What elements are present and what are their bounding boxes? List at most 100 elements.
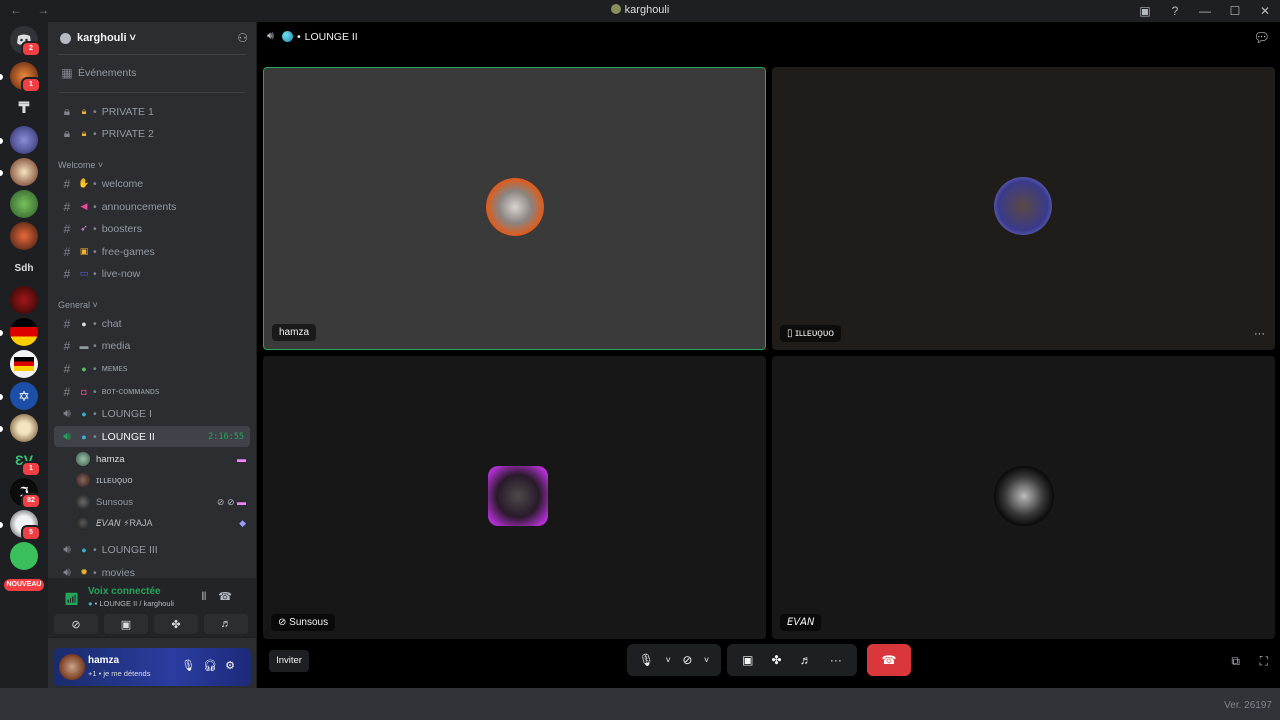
server-icon[interactable]: ℑ 82: [10, 478, 41, 509]
channel-welcome[interactable]: # ✋ • welcome: [54, 173, 250, 194]
server-header[interactable]: karghouli ˅ ⚇: [48, 22, 256, 54]
camera-off-button[interactable]: ⊘: [54, 614, 98, 634]
unread-pip: [0, 74, 3, 80]
screen-share-icon[interactable]: ▣: [742, 653, 753, 667]
invite-people-icon[interactable]: ⚇: [237, 31, 248, 45]
fullscreen-icon[interactable]: ⛶: [1260, 654, 1268, 669]
sparkle-icon: ✹: [80, 567, 88, 577]
globe-icon: ●: [81, 431, 87, 442]
more-icon[interactable]: ···: [830, 653, 842, 667]
server-icon[interactable]: [10, 350, 38, 378]
channel-bot-commands[interactable]: # ◘ • ʙᴏᴛ-ᴄᴏᴍᴍᴀɴᴅꜱ: [54, 381, 250, 402]
discord-home-icon[interactable]: 2: [10, 26, 41, 57]
channel-free-games[interactable]: # ▣ • free-games: [54, 241, 250, 262]
lock-icon: 🔒︎: [63, 104, 71, 118]
game-icon: ▬: [237, 454, 246, 464]
server-icon[interactable]: 1: [10, 62, 41, 93]
channel-memes[interactable]: # ● • ᴍᴇᴍᴇꜱ: [54, 358, 250, 379]
separator: •: [93, 430, 97, 443]
channel-announcements[interactable]: # ◀ • announcements: [54, 196, 250, 217]
voice-member[interactable]: Sunsous ⊘ ⊘ ▬: [76, 492, 250, 512]
participant-name: ⊘ Sunsous: [271, 614, 336, 631]
soundboard-icon[interactable]: ♬: [800, 653, 812, 667]
noise-suppression-icon[interactable]: ⦀: [201, 591, 218, 603]
invite-button[interactable]: Inviter: [269, 650, 309, 672]
channel-lounge-2[interactable]: 🔊︎ ● • LOUNGE II 2:16:55: [54, 426, 250, 447]
unread-pip: [0, 138, 3, 144]
server-icon[interactable]: [10, 190, 38, 218]
server-icon[interactable]: ₸: [10, 94, 38, 122]
microphone-icon[interactable]: 🎙︎: [181, 660, 203, 672]
new-badge: NOUVEAU: [4, 579, 44, 591]
globe-icon: [281, 31, 293, 42]
server-icon[interactable]: ✡: [10, 382, 38, 410]
popout-icon[interactable]: ⧉: [1231, 654, 1240, 669]
channel-live-now[interactable]: # ▭ • live-now: [54, 263, 250, 284]
events-label: Événements: [78, 66, 137, 79]
chat-icon[interactable]: 💬︎: [1253, 30, 1270, 46]
category-general[interactable]: General ˅: [58, 300, 98, 310]
voice-member[interactable]: 𝘌𝘝𝘈𝘕 ⚡RAJA ◆: [76, 513, 250, 533]
server-icon[interactable]: [10, 222, 38, 250]
tv-icon: ▭: [79, 268, 89, 278]
channel-lounge-1[interactable]: 🔊︎ ● • LOUNGE I: [54, 403, 250, 424]
participant-tile[interactable]: hamza: [263, 67, 766, 350]
hashtag-icon: #: [63, 199, 71, 214]
inbox-icon[interactable]: ▣: [1130, 0, 1160, 22]
server-icon[interactable]: 5: [10, 510, 41, 541]
server-icon[interactable]: [10, 126, 38, 154]
channel-private-2[interactable]: 🔒︎ 🔒︎ • PRIVATE 2: [54, 123, 250, 144]
signal-icon[interactable]: 📶︎: [64, 592, 79, 606]
close-button[interactable]: ✕: [1250, 0, 1280, 22]
server-icon[interactable]: [10, 318, 38, 346]
channel-private-1[interactable]: 🔒︎ 🔒︎ • PRIVATE 1: [54, 101, 250, 122]
camera-off-icon[interactable]: ⊘: [682, 653, 692, 667]
separator: •: [93, 407, 97, 420]
participant-avatar: [994, 466, 1054, 526]
channel-chat[interactable]: # ● • chat: [54, 313, 250, 334]
speech-bubble-icon: ●: [81, 318, 87, 329]
more-options-icon[interactable]: ···: [1254, 328, 1265, 340]
server-icon[interactable]: [10, 286, 38, 314]
chevron-down-icon[interactable]: ˅: [666, 655, 671, 665]
gear-icon[interactable]: ⚙: [225, 660, 243, 672]
minimize-button[interactable]: —: [1190, 0, 1220, 22]
server-icon[interactable]: [10, 542, 38, 570]
category-welcome[interactable]: Welcome ˅: [58, 160, 103, 170]
activities-icon[interactable]: ✤: [772, 653, 782, 667]
server-icon[interactable]: ƐV 1: [10, 446, 41, 477]
screen-share-button[interactable]: ▣: [104, 614, 148, 634]
participant-tile[interactable]: 𝘌𝘝𝘈𝘕: [772, 356, 1275, 639]
disconnect-icon[interactable]: ☎: [218, 591, 244, 603]
channel-label: free-games: [101, 245, 155, 258]
chevron-down-icon[interactable]: ˅: [704, 655, 709, 665]
voice-member[interactable]: hamza ▬: [76, 449, 250, 469]
soundboard-button[interactable]: ♬: [204, 614, 248, 634]
channel-label: PRIVATE 2: [101, 127, 154, 140]
lock-icon: 🔒︎: [63, 126, 71, 140]
voice-member[interactable]: ɪʟʟᴇᴜǫᴜᴏ: [76, 470, 250, 490]
participant-tile[interactable]: ⊘ Sunsous: [263, 356, 766, 639]
server-icon[interactable]: Sdh: [10, 254, 38, 282]
username[interactable]: hamza: [88, 655, 119, 666]
headphones-icon[interactable]: 🎧︎: [203, 660, 225, 672]
server-icon[interactable]: [10, 158, 38, 186]
participant-tile[interactable]: ▯ ɪʟʟᴇᴜǫᴜᴏ ···: [772, 67, 1275, 350]
voice-status-title[interactable]: Voix connectée: [88, 586, 161, 597]
help-icon[interactable]: ?: [1160, 0, 1190, 22]
microphone-icon[interactable]: 🎙︎: [639, 653, 654, 667]
events-item[interactable]: ▦ Événements: [54, 62, 250, 83]
channel-lounge-3[interactable]: 🔊︎ ● • LOUNGE III: [54, 539, 250, 560]
unread-pip: [0, 426, 3, 432]
channel-boosters[interactable]: # ➶ • boosters: [54, 218, 250, 239]
maximize-button[interactable]: ☐: [1220, 0, 1250, 22]
channel-media[interactable]: # ▬ • media: [54, 335, 250, 356]
hashtag-icon: #: [63, 384, 71, 399]
avatar[interactable]: [59, 654, 85, 680]
disconnect-button[interactable]: ☎: [867, 644, 911, 676]
member-name: ɪʟʟᴇᴜǫᴜᴏ: [96, 474, 133, 486]
separator: •: [296, 30, 301, 43]
activities-button[interactable]: ✤: [154, 614, 198, 634]
server-icon[interactable]: [10, 414, 38, 442]
channel-label: live-now: [101, 267, 141, 280]
